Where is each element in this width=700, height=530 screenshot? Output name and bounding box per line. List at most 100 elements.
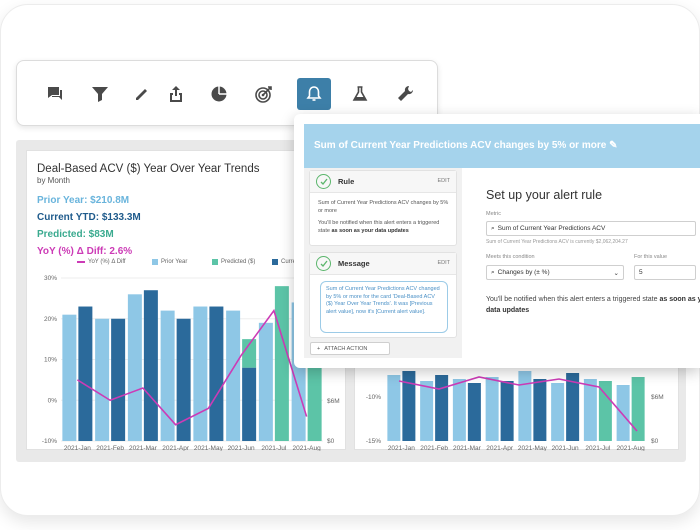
pencil-icon <box>136 89 147 100</box>
bar-prior-year <box>127 294 142 441</box>
condition-label: Meets this condition <box>486 254 535 260</box>
rule-edit-link[interactable]: EDIT <box>437 178 450 184</box>
comment-icon <box>48 87 62 100</box>
alert-button[interactable] <box>297 78 331 110</box>
bar-current-year <box>111 318 126 441</box>
rule-summary: Sum of Current Year Predictions ACV chan… <box>318 200 449 214</box>
rule-step[interactable]: Rule EDIT Sum of Current Year Prediction… <box>309 170 457 246</box>
bar-prior-year <box>62 314 77 441</box>
x-tick-label: 2021-Jan <box>64 445 91 451</box>
bar-prior-year <box>452 379 466 441</box>
alert-header: Sum of Current Year Predictions ACV chan… <box>304 124 700 168</box>
goal-button[interactable] <box>247 78 281 110</box>
bar-current-year <box>209 306 224 441</box>
x-tick-label: 2021-Jul <box>585 445 610 451</box>
chevron-down-icon: ⌄ <box>613 269 619 277</box>
x-tick-label: 2021-Jan <box>388 445 415 451</box>
bar-prior-year <box>420 381 434 441</box>
metric-label: Metric <box>486 211 501 217</box>
bar-prior-year <box>616 385 630 441</box>
notify-text: You'll be notified when this alert enter… <box>486 296 700 314</box>
x-tick-label: 2021-Jul <box>261 445 286 451</box>
chart-type-button[interactable] <box>202 78 236 110</box>
plus-icon: + <box>317 345 321 352</box>
bar-current-year <box>631 377 645 441</box>
wrench-icon <box>398 85 414 101</box>
bell-icon <box>306 86 322 101</box>
bar-prior-year <box>583 379 597 441</box>
bar-current-year <box>435 375 449 441</box>
bar-prior-year <box>518 371 532 441</box>
x-tick-label: 2021-Apr <box>486 445 514 451</box>
alert-title[interactable]: Sum of Current Year Predictions ACV chan… <box>314 140 617 151</box>
x-tick-label: 2021-Mar <box>129 445 158 451</box>
filter-icon <box>92 87 108 102</box>
value-input[interactable]: 5 <box>634 265 696 280</box>
experiment-button[interactable] <box>343 78 377 110</box>
bar-prior-year <box>551 383 565 441</box>
edit-button[interactable] <box>125 78 159 110</box>
settings-button[interactable] <box>388 78 422 110</box>
check-icon <box>316 174 331 189</box>
x-tick-label: 2021-May <box>194 445 224 451</box>
message-edit-link[interactable]: EDIT <box>437 260 450 266</box>
x-tick-label: 2021-Feb <box>420 445 448 451</box>
right-tick-label: $0 <box>327 438 335 445</box>
rule-step-label: Rule <box>338 177 355 186</box>
y-tick-label: 20% <box>44 316 57 323</box>
bar-current-year <box>78 306 93 441</box>
y-tick-label: -10% <box>42 438 57 445</box>
message-step-label: Message <box>338 259 370 268</box>
bar-current-year <box>467 383 481 441</box>
x-tick-label: 2021-Jun <box>552 445 579 451</box>
alert-panel: Sum of Current Year Predictions ACV chan… <box>294 114 700 368</box>
share-icon <box>170 86 182 102</box>
bar-predicted <box>274 286 289 441</box>
alert-steps: Rule EDIT Sum of Current Year Prediction… <box>304 168 462 358</box>
y-tick-label: 0% <box>48 397 58 404</box>
x-tick-label: 2021-May <box>518 445 548 451</box>
pencil-icon[interactable]: ✎ <box>609 140 617 151</box>
message-step[interactable]: Message EDIT Sum of Current Year Predict… <box>309 252 457 338</box>
message-preview: Sum of Current Year Predictions ACV chan… <box>320 281 448 333</box>
x-tick-label: 2021-Mar <box>453 445 482 451</box>
search-icon: ⌕ <box>491 224 495 232</box>
bar-prior-year <box>95 318 110 441</box>
check-icon <box>316 256 331 271</box>
search-icon: ⌕ <box>491 268 495 276</box>
right-tick-label: $6M <box>327 398 340 405</box>
attach-action-button[interactable]: + ATTACH ACTION <box>310 342 390 355</box>
y-tick-label: -10% <box>366 394 381 401</box>
bar-prior-year <box>485 377 499 441</box>
pie-chart-icon <box>211 86 227 102</box>
share-button[interactable] <box>159 78 193 110</box>
bar-current-year <box>533 379 547 441</box>
right-tick-label: $0 <box>651 438 659 445</box>
y-tick-label: 30% <box>44 275 57 282</box>
x-tick-label: 2021-Aug <box>617 445 646 451</box>
x-tick-label: 2021-Jun <box>228 445 255 451</box>
alert-rule-form: Set up your alert rule Metric ⌕ Sum of Cu… <box>472 168 700 358</box>
filter-button[interactable] <box>83 78 117 110</box>
x-tick-label: 2021-Feb <box>96 445 124 451</box>
bar-current-year <box>242 367 257 441</box>
condition-select[interactable]: ⌕ Changes by (± %) ⌄ <box>486 265 624 280</box>
y-tick-label: 10% <box>44 357 57 364</box>
bar-current-year <box>143 290 158 441</box>
target-icon <box>255 86 272 103</box>
right-tick-label: $6M <box>651 394 664 401</box>
bar-current-year <box>500 381 514 441</box>
rule-note: You'll be notified when this alert enter… <box>318 220 440 234</box>
x-tick-label: 2021-Aug <box>293 445 322 451</box>
bar-prior-year <box>193 306 208 441</box>
y-tick-label: -15% <box>366 438 381 445</box>
setup-title: Set up your alert rule <box>486 188 603 202</box>
comment-button[interactable] <box>38 78 72 110</box>
bar-prior-year <box>387 375 401 441</box>
flask-icon <box>352 86 368 101</box>
bar-prior-year <box>258 322 273 441</box>
metric-select[interactable]: ⌕ Sum of Current Year Predictions ACV <box>486 221 696 236</box>
x-tick-label: 2021-Apr <box>162 445 190 451</box>
metric-hint: Sum of Current Year Predictions ACV is c… <box>486 239 628 245</box>
value-label: For this value <box>634 254 668 260</box>
